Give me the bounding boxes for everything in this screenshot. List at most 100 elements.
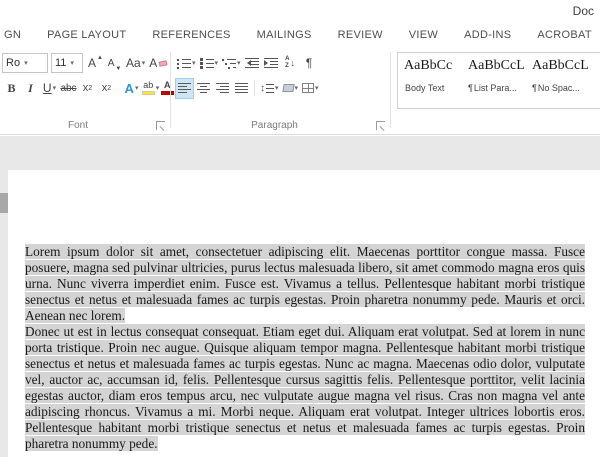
numbering-icon (200, 58, 214, 69)
font-name-combo[interactable]: Ro ▾ (2, 53, 48, 73)
document-text[interactable]: Lorem ipsum dolor sit amet, consectetuer… (25, 244, 585, 452)
multilevel-list-button[interactable]: ▾ (220, 53, 243, 74)
pilcrow-icon: ¶ (532, 83, 537, 93)
font-color-icon: A (161, 81, 174, 95)
change-case-icon: Aa (126, 56, 141, 70)
title-bar: Doc (0, 0, 600, 22)
paragraph[interactable]: Lorem ipsum dolor sit amet, consectetuer… (25, 244, 585, 324)
bold-button[interactable]: B (2, 78, 21, 99)
styles-group: AaBbCc Body Text AaBbCcL ¶List Para... A… (393, 48, 600, 134)
style-preview: AaBbCcL (468, 58, 524, 74)
paragraph[interactable]: Donec ut est in lectus consequat consequ… (25, 324, 585, 452)
chevron-down-icon: ▾ (156, 85, 160, 92)
superscript-digit: 2 (107, 85, 111, 92)
align-right-button[interactable] (213, 78, 232, 99)
style-item-no-spacing[interactable]: AaBbCcL ¶No Spac... (526, 53, 590, 108)
chevron-down-icon: ▾ (53, 85, 57, 92)
font-size-value: 11 (55, 57, 66, 69)
align-center-icon (197, 83, 210, 93)
font-size-combo[interactable]: 11 ▾ (51, 53, 83, 73)
style-item-list-paragraph[interactable]: AaBbCcL ¶List Para... (462, 53, 526, 108)
borders-icon (302, 83, 314, 93)
chevron-down-icon: ▾ (24, 60, 28, 67)
paragraph-group-label: Paragraph (173, 120, 376, 131)
superscript-button[interactable]: x2 (97, 78, 116, 99)
ribbon: Ro ▾ 11 ▾ A ▲ A ▼ Aa ▾ A (0, 48, 600, 135)
highlight-icon: ab (142, 81, 155, 95)
strikethrough-button[interactable]: abc (59, 78, 78, 99)
underline-button[interactable]: U ▾ (40, 78, 59, 99)
style-item-body-text[interactable]: AaBbCc Body Text (398, 53, 462, 108)
group-separator (390, 52, 391, 128)
selected-text[interactable]: Lorem ipsum dolor sit amet, consectetuer… (25, 244, 585, 323)
text-effects-icon: A (125, 81, 134, 96)
style-name-text: No Spac... (538, 83, 580, 93)
font-dialog-launcher[interactable] (156, 121, 165, 130)
subscript-button[interactable]: x2 (78, 78, 97, 99)
chevron-down-icon: ▾ (295, 85, 299, 92)
pilcrow-icon: ¶ (468, 83, 473, 93)
increase-indent-icon (264, 58, 278, 69)
shrink-font-button[interactable]: A ▼ (105, 53, 124, 74)
italic-button[interactable]: I (21, 78, 40, 99)
sort-button[interactable]: A Z ↓ (281, 53, 300, 74)
ribbon-tab-row: GN PAGE LAYOUT REFERENCES MAILINGS REVIE… (0, 22, 600, 48)
tab-references[interactable]: REFERENCES (139, 24, 243, 46)
style-preview: AaBbCcL (532, 58, 588, 74)
numbering-button[interactable]: ▾ (198, 53, 221, 74)
sort-letter-a: A (285, 56, 289, 63)
grow-font-button[interactable]: A ▲ (86, 53, 105, 74)
tab-page-layout[interactable]: PAGE LAYOUT (34, 24, 139, 46)
down-arrow-icon: ▼ (115, 66, 121, 72)
tab-mailings[interactable]: MAILINGS (244, 24, 325, 46)
style-preview: AaBbCc (404, 58, 460, 74)
tab-design-partial[interactable]: GN (0, 24, 34, 46)
line-spacing-button[interactable]: ↕ ▾ (258, 78, 281, 99)
tab-add-ins[interactable]: ADD-INS (451, 24, 524, 46)
justify-icon (235, 83, 248, 93)
highlight-button[interactable]: ab ▾ (141, 78, 160, 99)
tab-view[interactable]: VIEW (396, 24, 451, 46)
chevron-down-icon: ▾ (192, 60, 196, 67)
chevron-down-icon: ▾ (237, 60, 241, 67)
align-left-button[interactable] (175, 78, 194, 99)
align-center-button[interactable] (194, 78, 213, 99)
decrease-indent-button[interactable] (243, 53, 262, 74)
selected-text[interactable]: Donec ut est in lectus consequat consequ… (25, 324, 585, 451)
document-area: Lorem ipsum dolor sit amet, consectetuer… (0, 136, 600, 457)
group-separator (170, 52, 171, 128)
justify-button[interactable] (232, 78, 251, 99)
borders-button[interactable]: ▾ (300, 78, 321, 99)
font-group-label: Font (0, 120, 156, 131)
up-arrow-icon: ▲ (97, 55, 103, 61)
chevron-down-icon: ▾ (142, 60, 146, 67)
tab-acrobat[interactable]: ACROBAT (524, 24, 600, 46)
font-group: Ro ▾ 11 ▾ A ▲ A ▼ Aa ▾ A (0, 48, 170, 134)
tab-review[interactable]: REVIEW (325, 24, 396, 46)
change-case-button[interactable]: Aa ▾ (124, 53, 147, 74)
shrink-font-icon: A (108, 58, 115, 69)
decrease-indent-icon (245, 58, 259, 69)
highlight-color-bar (142, 91, 155, 95)
font-name-value: Ro (6, 57, 20, 69)
sort-letter-z: Z (285, 63, 289, 70)
style-name: ¶List Para... (468, 83, 524, 93)
show-formatting-marks-button[interactable]: ¶ (300, 53, 319, 74)
shading-button[interactable]: ▾ (281, 78, 301, 99)
bullets-button[interactable]: ▾ (175, 53, 198, 74)
align-left-icon (178, 83, 191, 93)
chevron-down-icon: ▾ (70, 60, 74, 67)
page-margin-marker (0, 193, 8, 213)
line-spacing-icon (266, 83, 274, 93)
style-name-text: Body Text (405, 83, 444, 93)
document-page[interactable]: Lorem ipsum dolor sit amet, consectetuer… (8, 170, 600, 457)
text-effects-button[interactable]: A ▾ (122, 78, 141, 99)
sort-icon: A Z (285, 56, 289, 69)
grow-font-icon: A (88, 56, 96, 70)
increase-indent-button[interactable] (262, 53, 281, 74)
bullets-icon (177, 58, 191, 69)
paragraph-dialog-launcher[interactable] (376, 121, 385, 130)
clear-formatting-button[interactable]: A (147, 53, 169, 74)
subscript-digit: 2 (88, 85, 92, 92)
clear-formatting-icon: A (149, 56, 157, 70)
